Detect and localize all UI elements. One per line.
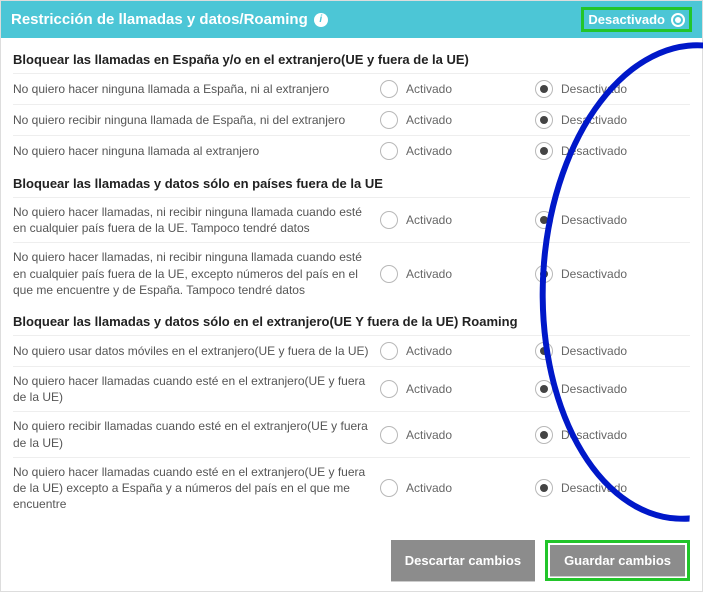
radio-desactivado[interactable] — [535, 342, 553, 360]
radio-desactivado[interactable] — [535, 380, 553, 398]
option-activado[interactable]: Activado — [380, 479, 535, 497]
option-description: No quiero hacer llamadas cuando esté en … — [13, 373, 380, 405]
section-title: Bloquear las llamadas en España y/o en e… — [13, 42, 690, 73]
option-description: No quiero hacer llamadas, ni recibir nin… — [13, 249, 380, 298]
option-row: No quiero hacer llamadas cuando esté en … — [13, 457, 690, 519]
option-description: No quiero recibir ninguna llamada de Esp… — [13, 112, 380, 128]
radio-label: Desactivado — [561, 113, 627, 127]
radio-label: Desactivado — [561, 213, 627, 227]
global-status-label: Desactivado — [588, 12, 665, 27]
option-row: No quiero hacer llamadas, ni recibir nin… — [13, 197, 690, 242]
radio-label: Desactivado — [561, 144, 627, 158]
radio-activado[interactable] — [380, 142, 398, 160]
status-radio-icon — [671, 13, 685, 27]
panel-content: Bloquear las llamadas en España y/o en e… — [1, 38, 702, 530]
radio-activado[interactable] — [380, 211, 398, 229]
option-row: No quiero hacer ninguna llamada al extra… — [13, 135, 690, 166]
radio-activado[interactable] — [380, 80, 398, 98]
radio-label: Activado — [406, 82, 452, 96]
option-activado[interactable]: Activado — [380, 265, 535, 283]
option-description: No quiero hacer llamadas cuando esté en … — [13, 464, 380, 513]
option-desactivado[interactable]: Desactivado — [535, 111, 690, 129]
option-description: No quiero hacer ninguna llamada a España… — [13, 81, 380, 97]
option-desactivado[interactable]: Desactivado — [535, 380, 690, 398]
option-desactivado[interactable]: Desactivado — [535, 265, 690, 283]
option-row: No quiero hacer llamadas cuando esté en … — [13, 366, 690, 411]
option-desactivado[interactable]: Desactivado — [535, 80, 690, 98]
radio-label: Desactivado — [561, 428, 627, 442]
settings-panel: Restricción de llamadas y datos/Roaming … — [0, 0, 703, 592]
panel-header: Restricción de llamadas y datos/Roaming … — [1, 1, 702, 38]
option-activado[interactable]: Activado — [380, 342, 535, 360]
option-row: No quiero usar datos móviles en el extra… — [13, 335, 690, 366]
radio-desactivado[interactable] — [535, 211, 553, 229]
radio-desactivado[interactable] — [535, 142, 553, 160]
radio-label: Activado — [406, 344, 452, 358]
info-icon[interactable]: i — [314, 13, 328, 27]
option-desactivado[interactable]: Desactivado — [535, 479, 690, 497]
radio-label: Desactivado — [561, 267, 627, 281]
option-row: No quiero recibir ninguna llamada de Esp… — [13, 104, 690, 135]
option-row: No quiero recibir llamadas cuando esté e… — [13, 411, 690, 456]
radio-activado[interactable] — [380, 426, 398, 444]
option-activado[interactable]: Activado — [380, 80, 535, 98]
radio-desactivado[interactable] — [535, 111, 553, 129]
radio-label: Desactivado — [561, 82, 627, 96]
radio-label: Desactivado — [561, 382, 627, 396]
radio-activado[interactable] — [380, 111, 398, 129]
option-activado[interactable]: Activado — [380, 380, 535, 398]
section-title: Bloquear las llamadas y datos sólo en pa… — [13, 166, 690, 197]
option-description: No quiero hacer ninguna llamada al extra… — [13, 143, 380, 159]
option-desactivado[interactable]: Desactivado — [535, 211, 690, 229]
option-description: No quiero hacer llamadas, ni recibir nin… — [13, 204, 380, 236]
radio-label: Desactivado — [561, 344, 627, 358]
radio-desactivado[interactable] — [535, 426, 553, 444]
section-title: Bloquear las llamadas y datos sólo en el… — [13, 304, 690, 335]
option-activado[interactable]: Activado — [380, 142, 535, 160]
radio-activado[interactable] — [380, 342, 398, 360]
radio-desactivado[interactable] — [535, 80, 553, 98]
radio-label: Activado — [406, 113, 452, 127]
radio-activado[interactable] — [380, 380, 398, 398]
radio-activado[interactable] — [380, 265, 398, 283]
option-description: No quiero recibir llamadas cuando esté e… — [13, 418, 380, 450]
radio-label: Activado — [406, 481, 452, 495]
radio-desactivado[interactable] — [535, 479, 553, 497]
option-activado[interactable]: Activado — [380, 211, 535, 229]
radio-label: Desactivado — [561, 481, 627, 495]
option-desactivado[interactable]: Desactivado — [535, 342, 690, 360]
option-row: No quiero hacer ninguna llamada a España… — [13, 73, 690, 104]
radio-label: Activado — [406, 267, 452, 281]
option-desactivado[interactable]: Desactivado — [535, 142, 690, 160]
radio-label: Activado — [406, 144, 452, 158]
panel-title: Restricción de llamadas y datos/Roaming — [11, 11, 308, 28]
global-status[interactable]: Desactivado — [581, 7, 692, 32]
option-desactivado[interactable]: Desactivado — [535, 426, 690, 444]
radio-desactivado[interactable] — [535, 265, 553, 283]
option-description: No quiero usar datos móviles en el extra… — [13, 343, 380, 359]
radio-label: Activado — [406, 428, 452, 442]
option-activado[interactable]: Activado — [380, 111, 535, 129]
option-activado[interactable]: Activado — [380, 426, 535, 444]
radio-label: Activado — [406, 213, 452, 227]
option-row: No quiero hacer llamadas, ni recibir nin… — [13, 242, 690, 304]
radio-label: Activado — [406, 382, 452, 396]
radio-activado[interactable] — [380, 479, 398, 497]
